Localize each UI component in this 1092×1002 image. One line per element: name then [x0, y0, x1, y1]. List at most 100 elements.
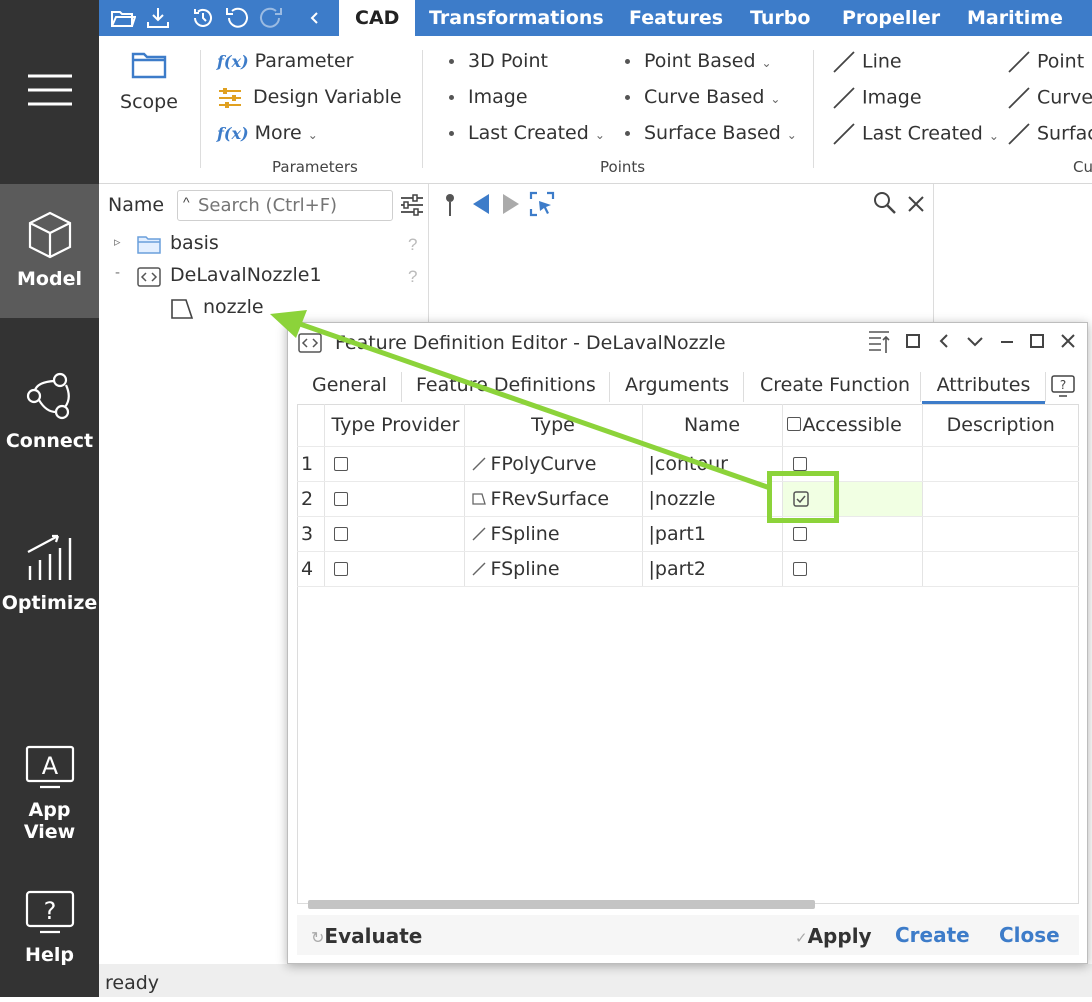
description-cell[interactable] [922, 446, 1079, 482]
more-button[interactable]: f(x) More ⌄ [217, 122, 318, 144]
curve-surface-button[interactable]: Surfac [1007, 122, 1092, 146]
type-cell[interactable]: FSpline [464, 551, 643, 587]
checkbox-unchecked[interactable] [333, 562, 348, 576]
nav-item-help[interactable]: ? Help [0, 890, 99, 970]
parameter-button[interactable]: f(x) Parameter [217, 50, 353, 72]
close-icon[interactable] [1060, 333, 1076, 349]
nav-item-optimize[interactable]: Optimize [0, 530, 99, 620]
tab-attributes[interactable]: Attributes [922, 374, 1045, 404]
apply-button[interactable]: ✓Apply [795, 924, 872, 948]
design-variable-button[interactable]: Design Variable [217, 86, 402, 109]
tab-create-function[interactable]: Create Function [760, 374, 910, 404]
search-box[interactable]: ^ [177, 190, 393, 221]
filter-settings-icon[interactable] [399, 192, 425, 218]
restore-window-icon[interactable] [905, 333, 921, 349]
surface-based-button[interactable]: Surface Based ⌄ [625, 122, 797, 144]
chevron-down-icon[interactable] [966, 333, 984, 349]
chevron-left-icon[interactable] [302, 5, 328, 31]
select-target-icon[interactable] [529, 191, 555, 217]
column-header-type[interactable]: Type [464, 404, 643, 447]
checkbox-unchecked[interactable] [792, 562, 807, 576]
tree-item-nozzle[interactable]: nozzle [99, 294, 429, 324]
horizontal-scrollbar[interactable] [308, 900, 815, 909]
sort-icon[interactable] [867, 329, 891, 355]
scope-button[interactable]: Scope [117, 50, 181, 120]
minimize-icon[interactable] [999, 333, 1015, 349]
history-icon[interactable] [190, 5, 216, 31]
checkbox-unchecked[interactable] [792, 457, 807, 471]
type-provider-cell[interactable] [324, 551, 465, 587]
tab-feature-definitions[interactable]: Feature Definitions [416, 374, 596, 404]
chevron-up-icon[interactable]: ^ [183, 194, 190, 210]
curve-image-button[interactable]: Image [832, 86, 922, 110]
chevron-left-icon[interactable] [936, 333, 952, 349]
checkbox-unchecked[interactable] [333, 527, 348, 541]
description-cell[interactable] [922, 481, 1079, 517]
help-icon[interactable]: ? [1051, 375, 1075, 397]
column-header-description[interactable]: Description [922, 404, 1079, 447]
type-cell[interactable]: FPolyCurve [464, 446, 643, 482]
column-header-accessible[interactable]: Accessible [782, 404, 923, 447]
save-download-icon[interactable] [145, 5, 171, 31]
checkbox-unchecked[interactable] [792, 527, 807, 541]
tab-general[interactable]: General [312, 374, 387, 404]
tab-transformations[interactable]: Transformations [429, 0, 604, 36]
table-row[interactable]: 4 FSpline |part2 [297, 551, 1079, 587]
search-icon[interactable] [873, 191, 897, 215]
tab-features[interactable]: Features [629, 0, 723, 36]
point-image-button[interactable]: Image [449, 86, 528, 108]
nav-item-connect[interactable]: Connect [0, 370, 99, 460]
tab-cad[interactable]: CAD [339, 0, 416, 36]
tree-item-delavalnozzle1[interactable]: - DeLavalNozzle1 ? [99, 262, 429, 292]
pin-icon[interactable] [441, 192, 459, 218]
name-cell[interactable]: |nozzle [642, 481, 783, 517]
close-button[interactable]: Close [999, 923, 1060, 947]
select-all-checkbox[interactable] [786, 416, 801, 431]
column-header-type-provider[interactable]: Type Provider [324, 404, 465, 447]
tab-arguments[interactable]: Arguments [625, 374, 729, 404]
curve-last-created-button[interactable]: Last Created ⌄ [832, 122, 999, 146]
tree-item-basis[interactable]: ▹ basis ? [99, 230, 429, 260]
accessible-cell[interactable] [782, 551, 923, 587]
checkbox-unchecked[interactable] [333, 457, 348, 471]
open-folder-icon[interactable] [110, 5, 136, 31]
description-cell[interactable] [922, 516, 1079, 552]
menu-button[interactable] [0, 70, 99, 114]
close-icon[interactable] [907, 195, 925, 213]
maximize-icon[interactable] [1029, 333, 1045, 349]
forward-arrow-icon[interactable] [501, 192, 521, 216]
point-3d-button[interactable]: 3D Point [449, 50, 548, 72]
tab-propeller[interactable]: Propeller [842, 0, 940, 36]
type-cell[interactable]: FSpline [464, 516, 643, 552]
curve-curve-button[interactable]: Curve [1007, 86, 1092, 110]
undo-icon[interactable] [224, 5, 250, 31]
column-header-name[interactable]: Name [642, 404, 783, 447]
evaluate-button[interactable]: ↻Evaluate [311, 924, 422, 948]
name-cell[interactable]: |part1 [642, 516, 783, 552]
checkbox-unchecked[interactable] [333, 492, 348, 506]
table-row[interactable]: 1 FPolyCurve |contour [297, 446, 1079, 482]
table-row[interactable]: 2 FRevSurface |nozzle [297, 481, 1079, 517]
curve-point-button[interactable]: Point [1007, 50, 1084, 74]
name-cell[interactable]: |contour [642, 446, 783, 482]
name-cell[interactable]: |part2 [642, 551, 783, 587]
description-cell[interactable] [922, 551, 1079, 587]
point-based-button[interactable]: Point Based ⌄ [625, 50, 772, 72]
type-provider-cell[interactable] [324, 446, 465, 482]
type-provider-cell[interactable] [324, 481, 465, 517]
collapse-toggle[interactable]: - [115, 264, 120, 281]
expand-toggle[interactable]: ▹ [114, 234, 121, 250]
curve-based-button[interactable]: Curve Based ⌄ [625, 86, 780, 108]
search-input[interactable] [198, 193, 388, 218]
curve-line-button[interactable]: Line [832, 50, 902, 74]
type-provider-cell[interactable] [324, 516, 465, 552]
tab-turbo[interactable]: Turbo [750, 0, 810, 36]
back-arrow-icon[interactable] [471, 192, 491, 216]
nav-item-model[interactable]: Model [0, 184, 99, 318]
table-row[interactable]: 3 FSpline |part1 [297, 516, 1079, 552]
create-button[interactable]: Create [895, 923, 970, 947]
point-last-created-button[interactable]: Last Created ⌄ [449, 122, 605, 144]
nav-item-app-view[interactable]: A App View [0, 745, 99, 843]
redo-icon[interactable] [258, 5, 284, 31]
tab-maritime[interactable]: Maritime [967, 0, 1063, 36]
